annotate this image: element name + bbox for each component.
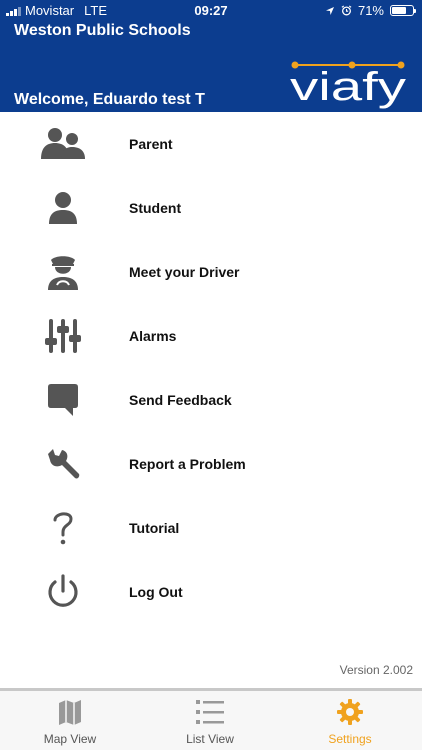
menu-item-student[interactable]: Student <box>0 176 422 240</box>
map-icon <box>59 700 81 725</box>
viafy-logo: viafy <box>290 61 406 109</box>
header: Movistar LTE 09:27 71% Weston Public Sch… <box>0 0 422 112</box>
tab-label-list-view: List View <box>186 732 234 746</box>
location-arrow-icon <box>325 6 334 15</box>
district-name: Weston Public Schools <box>14 22 191 39</box>
chat-bubble-icon <box>36 378 90 422</box>
list-icon <box>196 700 224 724</box>
welcome-message: Welcome, Eduardo test T <box>14 91 205 108</box>
alarm-clock-icon <box>341 5 352 16</box>
gear-icon <box>337 699 363 725</box>
menu-label-feedback: Send Feedback <box>129 392 232 408</box>
battery-percent: 71% <box>357 3 384 18</box>
menu-item-feedback[interactable]: Send Feedback <box>0 368 422 432</box>
menu-item-tutorial[interactable]: Tutorial <box>0 496 422 560</box>
menu-item-report-problem[interactable]: Report a Problem <box>0 432 422 496</box>
tab-settings[interactable]: Settings <box>280 691 420 750</box>
sliders-icon <box>36 314 90 358</box>
tab-bar: Map View List View Settings <box>0 688 422 750</box>
version-label: Version 2.002 <box>339 663 413 677</box>
tab-label-map-view: Map View <box>43 732 97 746</box>
menu-label-report-problem: Report a Problem <box>129 456 246 472</box>
logo-wordmark: viafy <box>290 65 406 109</box>
tab-map-view[interactable]: Map View <box>0 691 140 750</box>
power-icon <box>36 570 90 614</box>
battery-icon <box>390 5 416 16</box>
menu-label-driver: Meet your Driver <box>129 264 240 280</box>
wrench-icon <box>36 442 90 486</box>
menu-item-alarms[interactable]: Alarms <box>0 304 422 368</box>
menu-item-driver[interactable]: Meet your Driver <box>0 240 422 304</box>
menu-label-student: Student <box>129 200 182 216</box>
menu-item-logout[interactable]: Log Out <box>0 560 422 624</box>
parent-icon <box>36 122 90 166</box>
status-bar: Movistar LTE 09:27 71% <box>0 0 422 22</box>
menu-label-parent: Parent <box>129 136 173 152</box>
question-icon <box>36 506 90 550</box>
student-icon <box>36 186 90 230</box>
tab-label-settings: Settings <box>328 732 372 746</box>
menu-label-alarms: Alarms <box>129 328 177 344</box>
menu-item-parent[interactable]: Parent <box>0 112 422 176</box>
driver-icon <box>36 250 90 294</box>
tab-list-view[interactable]: List View <box>140 691 280 750</box>
menu-label-tutorial: Tutorial <box>129 520 180 536</box>
menu-label-logout: Log Out <box>129 584 183 600</box>
